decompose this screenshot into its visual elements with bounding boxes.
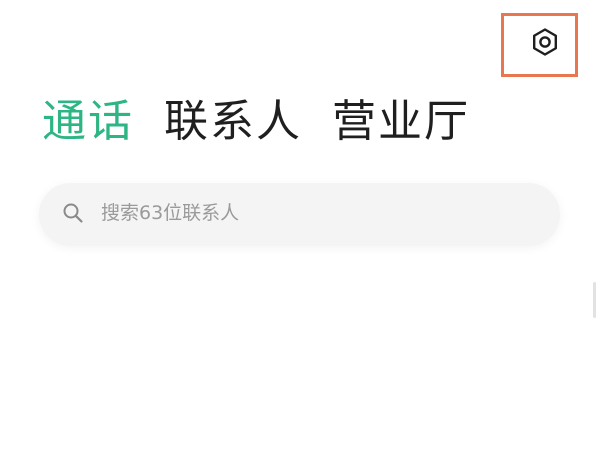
search-icon bbox=[61, 201, 85, 225]
contacts-app-screen: 通话 联系人 营业厅 bbox=[0, 0, 600, 450]
search-bar[interactable] bbox=[39, 183, 560, 246]
tab-calls[interactable]: 通话 bbox=[42, 92, 134, 152]
settings-icon bbox=[532, 28, 557, 56]
scrollbar[interactable] bbox=[593, 282, 596, 318]
settings-highlight-box bbox=[501, 13, 578, 77]
tab-service-hall[interactable]: 营业厅 bbox=[332, 92, 470, 152]
search-input[interactable] bbox=[101, 202, 501, 224]
tab-bar: 通话 联系人 营业厅 bbox=[42, 92, 470, 152]
settings-button[interactable] bbox=[525, 22, 565, 62]
tab-contacts[interactable]: 联系人 bbox=[164, 92, 302, 152]
